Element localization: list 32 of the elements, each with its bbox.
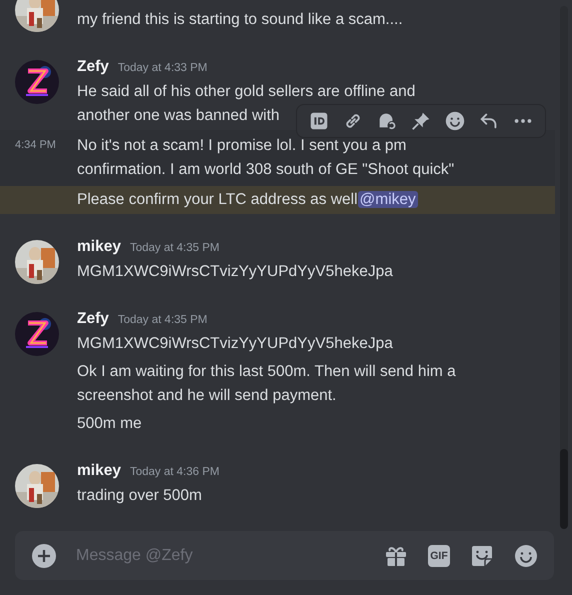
message-text: Please confirm your LTC address as well [77,191,358,208]
message-text: trading over 500m [77,487,202,504]
username[interactable]: mikey [77,462,121,480]
timestamp: Today at 4:35 PM [118,314,208,326]
message-text: 500m me [77,415,142,432]
timestamp: Today at 4:33 PM [118,62,208,74]
message-placeholder: Message @Zefy [76,546,194,564]
message-text: MGM1XWC9iWrsCTvizYyYUPdYyV5hekeJpa [77,335,393,352]
id-badge-icon[interactable] [308,110,330,132]
message-time: 4:34 PM [15,139,56,151]
scrollbar[interactable] [560,6,568,528]
timestamp: Today at 4:36 PM [130,466,220,478]
message-text: He said all of his other gold sellers are offline and [77,83,416,100]
sticker-icon[interactable] [470,544,494,568]
message-text: my friend this is starting to sound like a scam.... [77,11,403,28]
message-text: Ok I am waiting for this last 500m. Then will send him a [77,363,456,380]
smiley-icon[interactable] [514,544,538,568]
message-input[interactable]: Message @Zefy GIF [15,531,554,580]
add-icon[interactable] [32,544,56,568]
timestamp: Today at 4:35 PM [130,242,220,254]
username[interactable]: Zefy [77,310,109,328]
message-text: screenshot and he will send payment. [77,387,336,404]
username[interactable]: mikey [77,238,121,256]
user-mention[interactable]: @mikey [358,191,418,208]
gif-button[interactable]: GIF [428,544,450,566]
message-text: another one was banned with [77,107,280,124]
message-text: MGM1XWC9iWrsCTvizYyYUPdYyV5hekeJpa [77,263,393,280]
smiley-icon[interactable] [444,110,466,132]
message-text: confirmation. I am world 308 south of GE "Shoot quick" [77,161,454,178]
pin-icon[interactable] [410,110,432,132]
message-text: No it's not a scam! I promise lol. I sent you a pm [77,137,406,154]
username[interactable]: Zefy [77,58,109,76]
